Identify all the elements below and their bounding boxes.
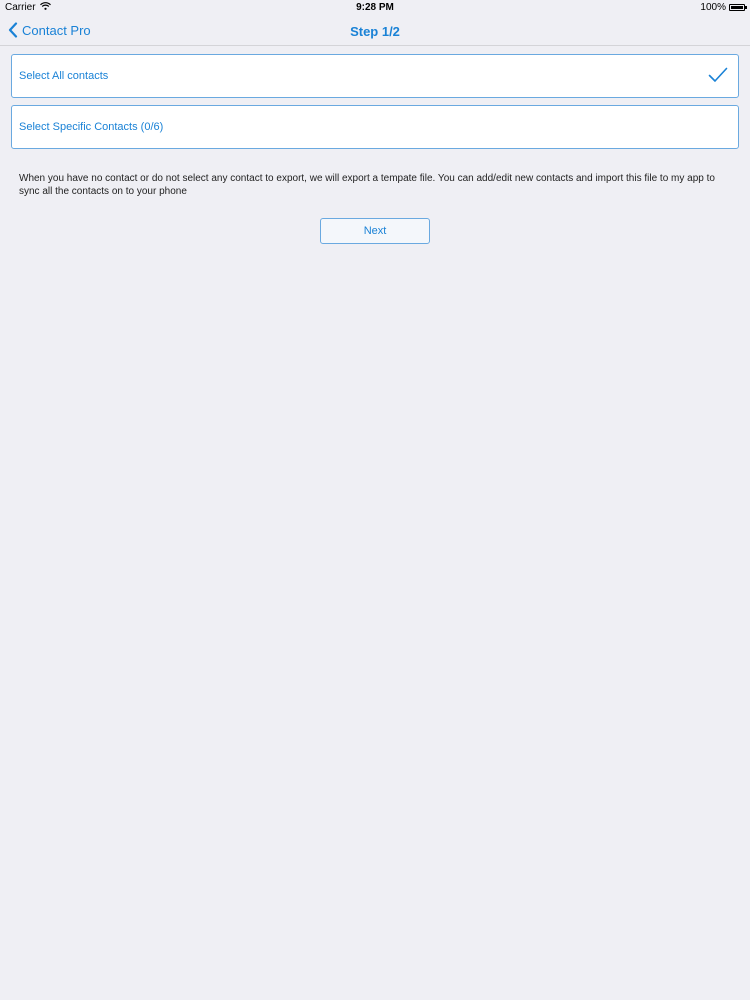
select-all-contacts-option[interactable]: Select All contacts [11,54,739,98]
status-time: 9:28 PM [356,2,394,13]
select-all-label: Select All contacts [19,70,109,82]
battery-status: 100% [700,2,747,13]
status-bar: Carrier 9:28 PM 100% [0,0,750,16]
page-title: Step 1/2 [350,24,400,39]
checkmark-icon [708,67,728,88]
export-info-text: When you have no contact or do not selec… [19,173,715,197]
next-button[interactable]: Next [320,218,430,244]
battery-icon [729,4,747,11]
select-specific-label: Select Specific Contacts (0/6) [19,121,164,133]
navigation-bar: Contact Pro Step 1/2 [0,16,750,46]
select-specific-contacts-option[interactable]: Select Specific Contacts (0/6) [11,105,739,149]
battery-percent: 100% [700,2,726,13]
